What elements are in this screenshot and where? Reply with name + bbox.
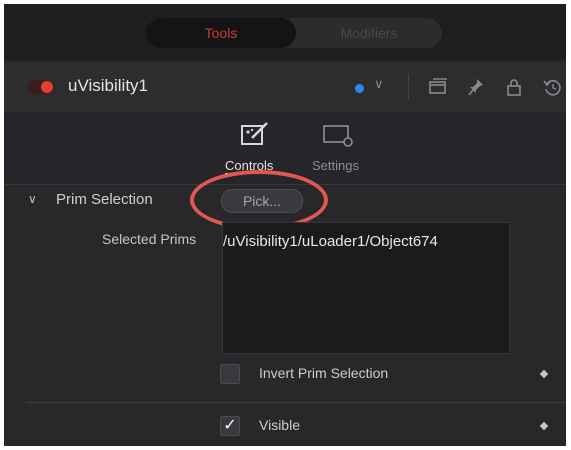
lock-icon[interactable] [504,76,524,98]
keyframe-diamond-icon[interactable] [539,369,549,379]
tool-name[interactable]: uVisibility1 [68,76,148,96]
tab-strip: Tools Modifiers [4,4,566,60]
invert-prim-selection-label[interactable]: Invert Prim Selection [259,365,388,381]
chevron-down-icon[interactable]: ∨ [28,192,37,206]
visible-row: ✓ Visible [4,414,566,440]
keyframe-diamond-icon[interactable] [539,421,549,431]
visible-label[interactable]: Visible [259,417,300,433]
window-icon[interactable] [428,76,448,98]
tab-switcher: Tools Modifiers [146,18,442,48]
settings-icon[interactable] [322,120,356,150]
header-divider [408,74,409,100]
pin-icon[interactable] [466,76,486,98]
highlight-ring-annotation [190,170,328,230]
selected-prims-field[interactable]: /uVisibility1/uLoader1/Object674 [222,222,510,354]
tab-modifiers[interactable]: Modifiers [296,18,442,48]
power-on-icon[interactable] [41,81,53,93]
controls-icon[interactable] [240,120,272,150]
tab-tools[interactable]: Tools [146,18,296,48]
visible-checkbox[interactable]: ✓ [220,416,240,436]
selected-prims-label: Selected Prims [102,231,197,247]
reset-icon[interactable] [542,76,562,98]
tool-header: uVisibility1 ∨ [4,62,566,112]
invert-prim-selection-row: Invert Prim Selection [4,362,566,388]
selected-prims-value: /uVisibility1/uLoader1/Object674 [223,233,438,250]
invert-prim-selection-checkbox[interactable] [220,364,240,384]
chevron-down-icon[interactable]: ∨ [374,76,384,92]
inspector-panel: Tools Modifiers uVisibility1 ∨ Controls … [4,4,566,446]
prim-selection-section-label[interactable]: Prim Selection [56,191,153,208]
tab-settings[interactable]: Settings [312,158,359,173]
color-label-dot[interactable] [355,84,364,93]
section-divider [26,402,566,403]
